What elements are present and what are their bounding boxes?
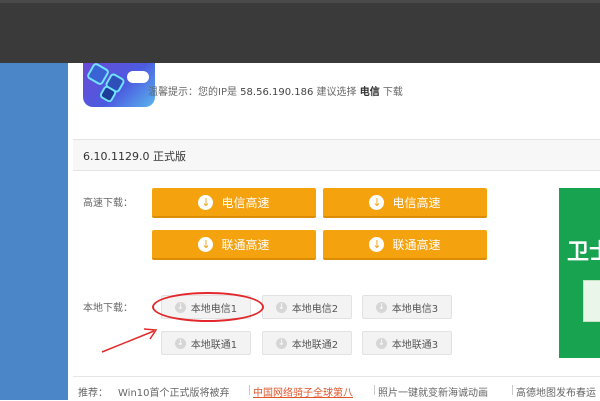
left-blue-strip [0, 63, 68, 400]
divider [374, 385, 375, 395]
download-icon: ↓ [375, 301, 387, 313]
side-advertisement[interactable]: 卫士 [559, 188, 600, 358]
button-label: 本地电信2 [291, 303, 339, 315]
fast-download-telecom-button-1[interactable]: ↓ 电信高速 [152, 188, 316, 218]
local-unicom-2-button[interactable]: ↓ 本地联通2 [262, 331, 352, 355]
download-icon: ↓ [174, 337, 186, 349]
button-label: 本地电信3 [391, 303, 439, 315]
button-label: 联通高速 [221, 237, 270, 252]
download-icon: ↓ [369, 236, 385, 252]
local-download-label: 本地下载： [83, 303, 133, 314]
button-label: 本地联通2 [291, 339, 339, 351]
arrow-shaft [101, 330, 155, 353]
local-telecom-3-button[interactable]: ↓ 本地电信3 [362, 295, 452, 319]
divider [512, 385, 513, 395]
download-icon: ↓ [275, 301, 287, 313]
recommend-bar: 推荐： Win10首个正式版将被弃 中国网络骑子全球第八 照片一键就变新海诚动画… [73, 376, 600, 401]
fast-download-unicom-button-1[interactable]: ↓ 联通高速 [152, 230, 316, 260]
button-label: 联通高速 [392, 237, 441, 252]
download-panel: 温馨提示：您的IP是 58.56.190.186 建议选择 电信 下载 6.10… [68, 63, 600, 400]
button-label: 电信高速 [221, 195, 270, 210]
app-icon [83, 63, 155, 107]
ad-screenshot-thumbnail [583, 280, 600, 322]
local-unicom-1-button[interactable]: ↓ 本地联通1 [161, 331, 251, 355]
tip-prefix: 温馨提示：您的IP是 [148, 87, 237, 98]
download-icon: ↓ [275, 337, 287, 349]
version-label: 6.10.1129.0 正式版 [83, 150, 186, 163]
tip-middle: 建议选择 [316, 87, 357, 98]
download-icon: ↓ [198, 236, 214, 252]
fast-download-unicom-button-2[interactable]: ↓ 联通高速 [323, 230, 487, 260]
top-bar-edge [0, 0, 600, 3]
download-icon: ↓ [369, 194, 385, 210]
download-icon: ↓ [375, 337, 387, 349]
ad-text: 卫士 [567, 240, 600, 265]
highlight-ellipse [152, 292, 264, 322]
cloud-icon [127, 71, 149, 83]
fast-download-label: 高速下载： [83, 198, 133, 209]
button-label: 本地联通1 [190, 339, 238, 351]
tip-suffix: 下载 [382, 87, 403, 98]
divider [249, 385, 250, 395]
recommend-link[interactable]: 高德地图发布春运 [516, 384, 596, 399]
local-unicom-3-button[interactable]: ↓ 本地联通3 [362, 331, 452, 355]
ip-address: 58.56.190.186 [240, 87, 314, 98]
fast-download-telecom-button-2[interactable]: ↓ 电信高速 [323, 188, 487, 218]
local-telecom-2-button[interactable]: ↓ 本地电信2 [262, 295, 352, 319]
button-label: 本地联通3 [391, 339, 439, 351]
red-arrow-annotation [101, 328, 158, 353]
download-icon: ↓ [198, 194, 214, 210]
ip-tip: 温馨提示：您的IP是 58.56.190.186 建议选择 电信 下载 [148, 83, 403, 98]
version-row: 6.10.1129.0 正式版 [73, 140, 600, 171]
recommend-link[interactable]: 照片一键就变新海诚动画 [378, 384, 488, 399]
browser-top-bar [0, 0, 600, 63]
button-label: 电信高速 [392, 195, 441, 210]
isp-recommendation: 电信 [359, 87, 380, 98]
recommend-link-hot[interactable]: 中国网络骑子全球第八 [253, 384, 353, 399]
recommend-label: 推荐： [78, 388, 108, 399]
recommend-link[interactable]: Win10首个正式版将被弃 [118, 384, 230, 399]
